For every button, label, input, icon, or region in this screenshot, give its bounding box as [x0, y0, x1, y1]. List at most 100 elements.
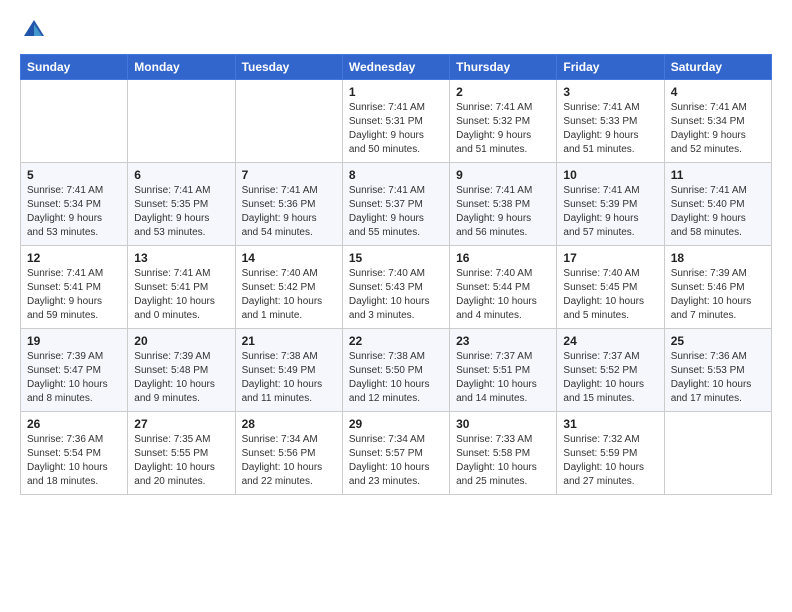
- week-row-4: 26 Sunrise: 7:36 AM Sunset: 5:54 PM Dayli…: [21, 412, 772, 495]
- day-cell-16: 16 Sunrise: 7:40 AM Sunset: 5:44 PM Dayli…: [450, 246, 557, 329]
- day-info-27: Sunrise: 7:35 AM Sunset: 5:55 PM Dayligh…: [134, 433, 228, 489]
- weekday-header-friday: Friday: [557, 55, 664, 80]
- day-number-16: 16: [456, 251, 550, 265]
- week-row-1: 5 Sunrise: 7:41 AM Sunset: 5:34 PM Daylig…: [21, 163, 772, 246]
- header: [20, 16, 772, 44]
- day-info-16: Sunrise: 7:40 AM Sunset: 5:44 PM Dayligh…: [456, 267, 550, 323]
- day-info-20: Sunrise: 7:39 AM Sunset: 5:48 PM Dayligh…: [134, 350, 228, 406]
- day-cell-27: 27 Sunrise: 7:35 AM Sunset: 5:55 PM Dayli…: [128, 412, 235, 495]
- day-cell-6: 6 Sunrise: 7:41 AM Sunset: 5:35 PM Daylig…: [128, 163, 235, 246]
- day-cell-25: 25Sunrise: 7:36 AM Sunset: 5:53 PM Dayli…: [664, 329, 771, 412]
- logo-icon: [20, 16, 48, 44]
- day-cell-4: 4 Sunrise: 7:41 AM Sunset: 5:34 PM Daylig…: [664, 80, 771, 163]
- day-cell-1: 1 Sunrise: 7:41 AM Sunset: 5:31 PM Daylig…: [342, 80, 449, 163]
- day-number-7: 7: [242, 168, 336, 182]
- day-cell-10: 10Sunrise: 7:41 AM Sunset: 5:39 PM Dayli…: [557, 163, 664, 246]
- day-info-25: Sunrise: 7:36 AM Sunset: 5:53 PM Dayligh…: [671, 350, 765, 406]
- day-number-3: 3: [563, 85, 657, 99]
- day-info-6: Sunrise: 7:41 AM Sunset: 5:35 PM Dayligh…: [134, 184, 228, 240]
- day-number-23: 23: [456, 334, 550, 348]
- empty-cell: [128, 80, 235, 163]
- day-cell-8: 8Sunrise: 7:41 AM Sunset: 5:37 PM Daylig…: [342, 163, 449, 246]
- day-cell-9: 9Sunrise: 7:41 AM Sunset: 5:38 PM Daylig…: [450, 163, 557, 246]
- day-number-14: 14: [242, 251, 336, 265]
- day-number-1: 1: [349, 85, 443, 99]
- day-info-1: Sunrise: 7:41 AM Sunset: 5:31 PM Dayligh…: [349, 101, 443, 157]
- day-info-26: Sunrise: 7:36 AM Sunset: 5:54 PM Dayligh…: [27, 433, 121, 489]
- day-info-5: Sunrise: 7:41 AM Sunset: 5:34 PM Dayligh…: [27, 184, 121, 240]
- week-row-2: 12 Sunrise: 7:41 AM Sunset: 5:41 PM Dayli…: [21, 246, 772, 329]
- day-cell-28: 28 Sunrise: 7:34 AM Sunset: 5:56 PM Dayli…: [235, 412, 342, 495]
- day-number-21: 21: [242, 334, 336, 348]
- day-number-29: 29: [349, 417, 443, 431]
- day-info-3: Sunrise: 7:41 AM Sunset: 5:33 PM Dayligh…: [563, 101, 657, 157]
- day-cell-18: 18 Sunrise: 7:39 AM Sunset: 5:46 PM Dayli…: [664, 246, 771, 329]
- day-cell-24: 24 Sunrise: 7:37 AM Sunset: 5:52 PM Dayli…: [557, 329, 664, 412]
- day-cell-20: 20Sunrise: 7:39 AM Sunset: 5:48 PM Dayli…: [128, 329, 235, 412]
- day-info-10: Sunrise: 7:41 AM Sunset: 5:39 PM Dayligh…: [563, 184, 657, 240]
- weekday-header-sunday: Sunday: [21, 55, 128, 80]
- day-info-7: Sunrise: 7:41 AM Sunset: 5:36 PM Dayligh…: [242, 184, 336, 240]
- day-info-19: Sunrise: 7:39 AM Sunset: 5:47 PM Dayligh…: [27, 350, 121, 406]
- day-number-4: 4: [671, 85, 765, 99]
- day-info-12: Sunrise: 7:41 AM Sunset: 5:41 PM Dayligh…: [27, 267, 121, 323]
- empty-cell: [235, 80, 342, 163]
- day-number-13: 13: [134, 251, 228, 265]
- day-number-12: 12: [27, 251, 121, 265]
- weekday-header-wednesday: Wednesday: [342, 55, 449, 80]
- day-number-11: 11: [671, 168, 765, 182]
- day-number-31: 31: [563, 417, 657, 431]
- day-info-18: Sunrise: 7:39 AM Sunset: 5:46 PM Dayligh…: [671, 267, 765, 323]
- day-info-13: Sunrise: 7:41 AM Sunset: 5:41 PM Dayligh…: [134, 267, 228, 323]
- day-cell-22: 22 Sunrise: 7:38 AM Sunset: 5:50 PM Dayli…: [342, 329, 449, 412]
- day-number-30: 30: [456, 417, 550, 431]
- day-cell-21: 21 Sunrise: 7:38 AM Sunset: 5:49 PM Dayli…: [235, 329, 342, 412]
- day-cell-2: 2 Sunrise: 7:41 AM Sunset: 5:32 PM Daylig…: [450, 80, 557, 163]
- weekday-header-saturday: Saturday: [664, 55, 771, 80]
- weekday-header-tuesday: Tuesday: [235, 55, 342, 80]
- day-number-24: 24: [563, 334, 657, 348]
- day-cell-26: 26 Sunrise: 7:36 AM Sunset: 5:54 PM Dayli…: [21, 412, 128, 495]
- day-number-27: 27: [134, 417, 228, 431]
- day-cell-11: 11 Sunrise: 7:41 AM Sunset: 5:40 PM Dayli…: [664, 163, 771, 246]
- weekday-header-monday: Monday: [128, 55, 235, 80]
- page: SundayMondayTuesdayWednesdayThursdayFrid…: [0, 0, 792, 612]
- day-info-4: Sunrise: 7:41 AM Sunset: 5:34 PM Dayligh…: [671, 101, 765, 157]
- day-number-5: 5: [27, 168, 121, 182]
- day-info-28: Sunrise: 7:34 AM Sunset: 5:56 PM Dayligh…: [242, 433, 336, 489]
- day-cell-31: 31 Sunrise: 7:32 AM Sunset: 5:59 PM Dayli…: [557, 412, 664, 495]
- day-info-23: Sunrise: 7:37 AM Sunset: 5:51 PM Dayligh…: [456, 350, 550, 406]
- day-info-9: Sunrise: 7:41 AM Sunset: 5:38 PM Dayligh…: [456, 184, 550, 240]
- day-info-15: Sunrise: 7:40 AM Sunset: 5:43 PM Dayligh…: [349, 267, 443, 323]
- day-info-21: Sunrise: 7:38 AM Sunset: 5:49 PM Dayligh…: [242, 350, 336, 406]
- weekday-header-row: SundayMondayTuesdayWednesdayThursdayFrid…: [21, 55, 772, 80]
- day-cell-17: 17Sunrise: 7:40 AM Sunset: 5:45 PM Dayli…: [557, 246, 664, 329]
- day-number-18: 18: [671, 251, 765, 265]
- day-number-22: 22: [349, 334, 443, 348]
- day-info-24: Sunrise: 7:37 AM Sunset: 5:52 PM Dayligh…: [563, 350, 657, 406]
- day-cell-5: 5 Sunrise: 7:41 AM Sunset: 5:34 PM Daylig…: [21, 163, 128, 246]
- weekday-header-thursday: Thursday: [450, 55, 557, 80]
- day-cell-7: 7 Sunrise: 7:41 AM Sunset: 5:36 PM Daylig…: [235, 163, 342, 246]
- day-info-22: Sunrise: 7:38 AM Sunset: 5:50 PM Dayligh…: [349, 350, 443, 406]
- day-info-2: Sunrise: 7:41 AM Sunset: 5:32 PM Dayligh…: [456, 101, 550, 157]
- week-row-3: 19Sunrise: 7:39 AM Sunset: 5:47 PM Dayli…: [21, 329, 772, 412]
- day-number-2: 2: [456, 85, 550, 99]
- empty-cell: [21, 80, 128, 163]
- day-number-15: 15: [349, 251, 443, 265]
- day-info-31: Sunrise: 7:32 AM Sunset: 5:59 PM Dayligh…: [563, 433, 657, 489]
- empty-cell: [664, 412, 771, 495]
- day-info-30: Sunrise: 7:33 AM Sunset: 5:58 PM Dayligh…: [456, 433, 550, 489]
- day-number-28: 28: [242, 417, 336, 431]
- day-number-26: 26: [27, 417, 121, 431]
- day-info-11: Sunrise: 7:41 AM Sunset: 5:40 PM Dayligh…: [671, 184, 765, 240]
- day-cell-15: 15 Sunrise: 7:40 AM Sunset: 5:43 PM Dayli…: [342, 246, 449, 329]
- day-number-6: 6: [134, 168, 228, 182]
- day-cell-13: 13 Sunrise: 7:41 AM Sunset: 5:41 PM Dayli…: [128, 246, 235, 329]
- day-info-29: Sunrise: 7:34 AM Sunset: 5:57 PM Dayligh…: [349, 433, 443, 489]
- day-cell-12: 12 Sunrise: 7:41 AM Sunset: 5:41 PM Dayli…: [21, 246, 128, 329]
- day-number-17: 17: [563, 251, 657, 265]
- day-number-8: 8: [349, 168, 443, 182]
- calendar-table: SundayMondayTuesdayWednesdayThursdayFrid…: [20, 54, 772, 495]
- day-info-14: Sunrise: 7:40 AM Sunset: 5:42 PM Dayligh…: [242, 267, 336, 323]
